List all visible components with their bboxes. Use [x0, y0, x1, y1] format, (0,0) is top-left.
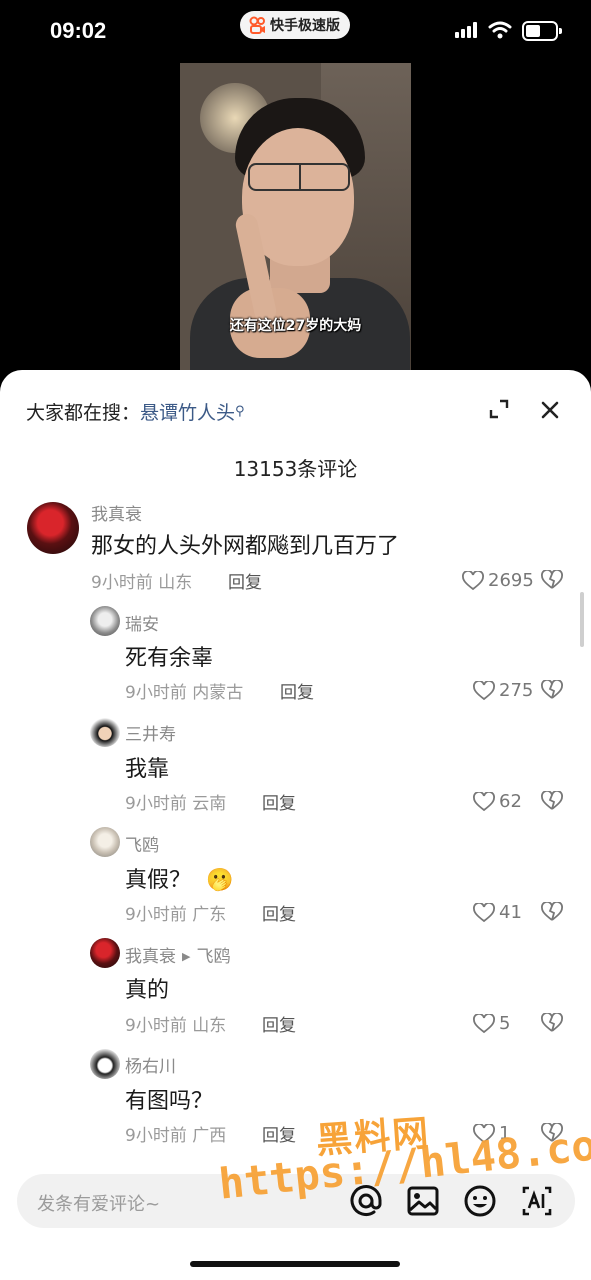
comment-text[interactable]: 那女的人头外网都飚到几百万了: [91, 528, 399, 560]
app-name: 快手极速版: [270, 18, 340, 34]
reply-button[interactable]: 回复: [262, 789, 296, 814]
reply-button[interactable]: 回复: [280, 678, 314, 703]
image-icon[interactable]: [406, 1184, 440, 1218]
comment-author-name[interactable]: 我真衰: [125, 947, 176, 967]
avatar[interactable]: [90, 827, 120, 857]
reply-button[interactable]: 回复: [228, 568, 262, 593]
heart-icon: [473, 1013, 495, 1033]
like-button[interactable]: 275: [473, 680, 533, 701]
reply-button[interactable]: 回复: [262, 1011, 296, 1036]
status-bar: 09:02 快手极速版: [0, 0, 591, 64]
comment-text[interactable]: 真假？ 🫢: [125, 862, 233, 894]
wifi-icon: [488, 21, 512, 39]
like-count: 275: [499, 680, 534, 701]
comment-author[interactable]: 三井寿: [125, 720, 176, 745]
like-button[interactable]: 2695: [462, 570, 534, 591]
comment-author[interactable]: 飞鸥: [125, 831, 159, 856]
avatar[interactable]: [90, 717, 120, 747]
status-time: 09:02: [50, 18, 107, 43]
like-count: 62: [499, 791, 522, 812]
comment-text[interactable]: 有图吗？: [125, 1083, 213, 1115]
scrollbar[interactable]: [580, 592, 584, 647]
dislike-button[interactable]: [541, 791, 563, 811]
broken-heart-icon: [541, 791, 563, 810]
comment-time-location: 9小时前 内蒙古: [125, 683, 244, 703]
reply-button[interactable]: 回复: [262, 900, 296, 925]
dislike-button[interactable]: [541, 902, 563, 922]
dislike-button[interactable]: [541, 1013, 563, 1033]
comment-author[interactable]: 瑞安: [125, 610, 159, 635]
battery-icon: [522, 21, 562, 41]
avatar[interactable]: [27, 502, 79, 554]
comment-text[interactable]: 死有余辜: [125, 640, 213, 672]
close-icon[interactable]: [538, 398, 562, 422]
comment-author: 我真衰 ▶ 飞鸥: [125, 942, 230, 967]
like-count: 2695: [488, 570, 534, 591]
heart-icon: [473, 680, 495, 700]
comment-text[interactable]: 真的: [125, 972, 169, 1004]
dislike-button[interactable]: [541, 680, 563, 700]
heart-icon: [462, 570, 484, 590]
comment-time-location: 9小时前 山东: [125, 1016, 227, 1036]
comment-text[interactable]: 我靠: [125, 751, 169, 783]
comment-time-location: 9小时前 山东: [91, 573, 193, 593]
like-button[interactable]: 62: [473, 791, 522, 812]
reply-target-name[interactable]: 飞鸥: [196, 947, 230, 967]
avatar[interactable]: [90, 606, 120, 636]
broken-heart-icon: [541, 1013, 563, 1032]
expand-icon[interactable]: [488, 398, 510, 420]
comment-time-location: 9小时前 云南: [125, 794, 227, 814]
heart-icon: [473, 902, 495, 922]
kuaishou-logo-icon: [249, 16, 265, 34]
like-button[interactable]: 41: [473, 902, 522, 923]
ai-icon[interactable]: [520, 1184, 554, 1218]
face-emoji-icon: 🫢: [206, 868, 234, 893]
trending-search[interactable]: 大家都在搜：悬谭竹人头⚲: [26, 398, 245, 425]
comment-count-title: 13153条评论: [233, 457, 358, 481]
trending-search-prefix: 大家都在搜：: [26, 402, 141, 424]
avatar[interactable]: [90, 938, 120, 968]
comment-input-placeholder[interactable]: 发条有爱评论~: [37, 1190, 160, 1216]
reply-button[interactable]: 回复: [262, 1121, 296, 1146]
like-count: 5: [499, 1013, 511, 1034]
comment-author[interactable]: 我真衰: [91, 500, 142, 525]
like-count: 41: [499, 902, 522, 923]
signal-icon: [455, 22, 477, 38]
comment-text-content: 真假？: [125, 868, 192, 893]
video-subtitle: 还有这位27岁的大妈: [229, 318, 362, 334]
broken-heart-icon: [541, 680, 563, 699]
comment-time-location: 9小时前 广西: [125, 1126, 227, 1146]
broken-heart-icon: [541, 570, 563, 589]
video-player[interactable]: 还有这位27岁的大妈: [180, 63, 411, 383]
dislike-button[interactable]: [541, 570, 563, 590]
emoji-icon[interactable]: [463, 1184, 497, 1218]
comment-author[interactable]: 杨右川: [125, 1052, 176, 1077]
reply-arrow-icon: ▶: [182, 950, 191, 963]
like-button[interactable]: 5: [473, 1013, 510, 1034]
app-badge[interactable]: 快手极速版: [240, 11, 350, 39]
home-indicator[interactable]: [190, 1261, 400, 1267]
heart-icon: [473, 791, 495, 811]
search-icon: ⚲: [235, 404, 245, 419]
avatar[interactable]: [90, 1049, 120, 1079]
trending-search-keyword[interactable]: 悬谭竹人头: [140, 402, 235, 424]
comment-time-location: 9小时前 广东: [125, 905, 227, 925]
broken-heart-icon: [541, 902, 563, 921]
